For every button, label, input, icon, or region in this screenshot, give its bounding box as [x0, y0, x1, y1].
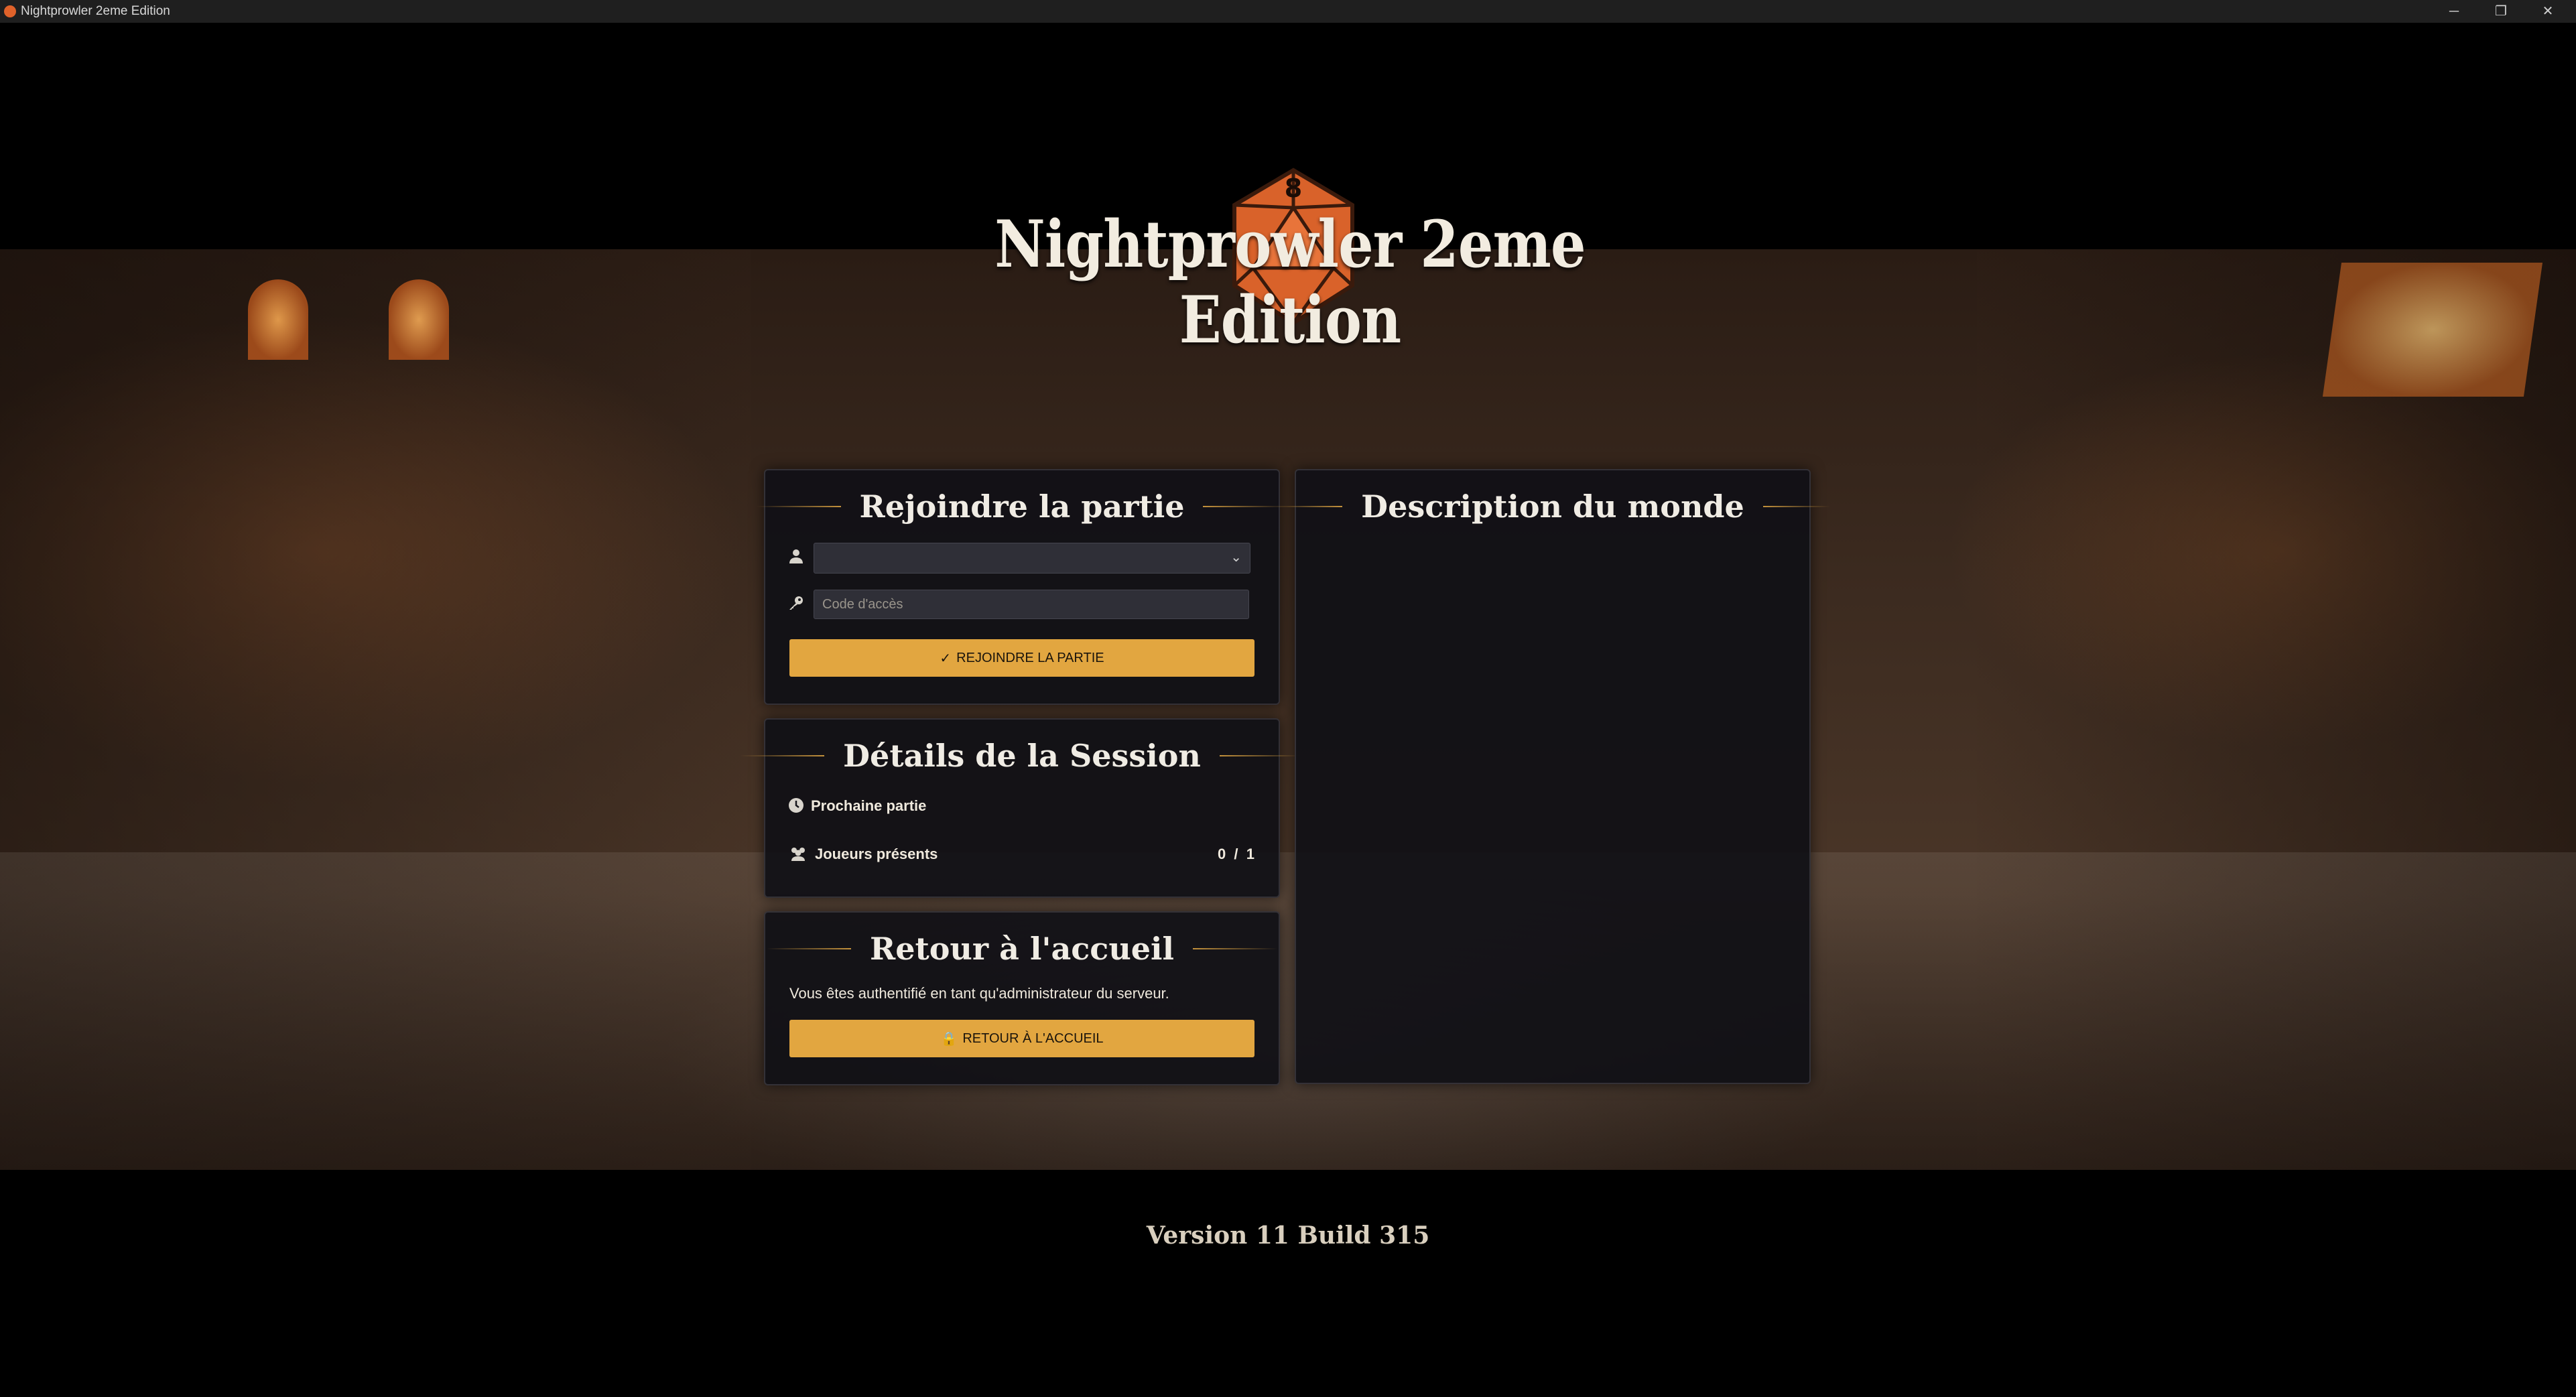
- join-panel-header: Rejoindre la partie: [756, 488, 1288, 525]
- title-divider: [1762, 506, 1830, 507]
- users-icon: [791, 848, 805, 861]
- logo-title: Nightprowler 2eme Edition: [994, 206, 1586, 358]
- world-description-panel: Description du monde: [1275, 469, 1830, 1084]
- title-divider: [767, 948, 851, 949]
- game-logo: 8 Nightprowler 2eme Edition: [945, 168, 1635, 358]
- app-icon: [4, 5, 16, 17]
- title-divider: [740, 755, 825, 756]
- clock-icon: [789, 798, 803, 813]
- scene-snow: [0, 852, 2576, 1170]
- user-icon: [789, 549, 803, 563]
- title-divider: [1275, 506, 1343, 507]
- chevron-down-icon: ⌄: [1230, 550, 1242, 565]
- maximize-button[interactable]: ❐: [2477, 0, 2524, 23]
- next-game-label: Prochaine partie: [811, 797, 927, 814]
- access-code-input[interactable]: [814, 590, 1249, 619]
- background-scene: [0, 249, 2576, 1170]
- window-title: Nightprowler 2eme Edition: [21, 4, 170, 18]
- title-divider: [1192, 948, 1277, 949]
- key-icon: [789, 596, 803, 610]
- dice-number: 8: [1285, 174, 1302, 203]
- title-divider: [1219, 755, 1304, 756]
- world-panel-header: Description du monde: [1275, 488, 1830, 525]
- user-select[interactable]: ⌄: [814, 543, 1250, 574]
- title-divider: [756, 506, 841, 507]
- join-panel-title: Rejoindre la partie: [859, 488, 1185, 525]
- window-titlebar: Nightprowler 2eme Edition ─ ❐ ✕: [0, 0, 2576, 23]
- return-panel: Retour à l'accueil Vous êtes authentifié…: [764, 911, 1280, 1085]
- scene-window-glow: [2322, 263, 2543, 397]
- join-game-button-label: REJOINDRE LA PARTIE: [956, 650, 1104, 665]
- check-icon: ✓: [940, 651, 952, 666]
- close-button[interactable]: ✕: [2524, 0, 2571, 23]
- players-count: 0 / 1: [1217, 846, 1254, 862]
- session-panel-title: Détails de la Session: [843, 738, 1201, 774]
- scene-window-glow: [248, 279, 308, 360]
- admin-auth-message: Vous êtes authentifié en tant qu'adminis…: [789, 985, 1169, 1002]
- session-panel: Détails de la Session Prochaine partie J…: [740, 718, 1304, 898]
- world-panel-title: Description du monde: [1361, 488, 1744, 525]
- session-panel-header: Détails de la Session: [740, 737, 1304, 775]
- return-panel-title: Retour à l'accueil: [870, 931, 1174, 967]
- scene-window-glow: [389, 279, 449, 360]
- join-game-button[interactable]: ✓ REJOINDRE LA PARTIE: [789, 639, 1254, 677]
- version-label: Version 11 Build 315: [1146, 1221, 1430, 1250]
- return-panel-header: Retour à l'accueil: [765, 930, 1279, 968]
- return-home-button-label: RETOUR À L'ACCUEIL: [962, 1030, 1104, 1046]
- players-present-label: Joueurs présents: [815, 846, 938, 862]
- return-home-button[interactable]: 🔒 RETOUR À L'ACCUEIL: [789, 1020, 1254, 1057]
- minimize-button[interactable]: ─: [2431, 0, 2477, 23]
- join-panel: Rejoindre la partie ⌄ ✓ REJOINDRE LA PAR…: [756, 469, 1288, 705]
- lock-icon: 🔒: [940, 1031, 958, 1047]
